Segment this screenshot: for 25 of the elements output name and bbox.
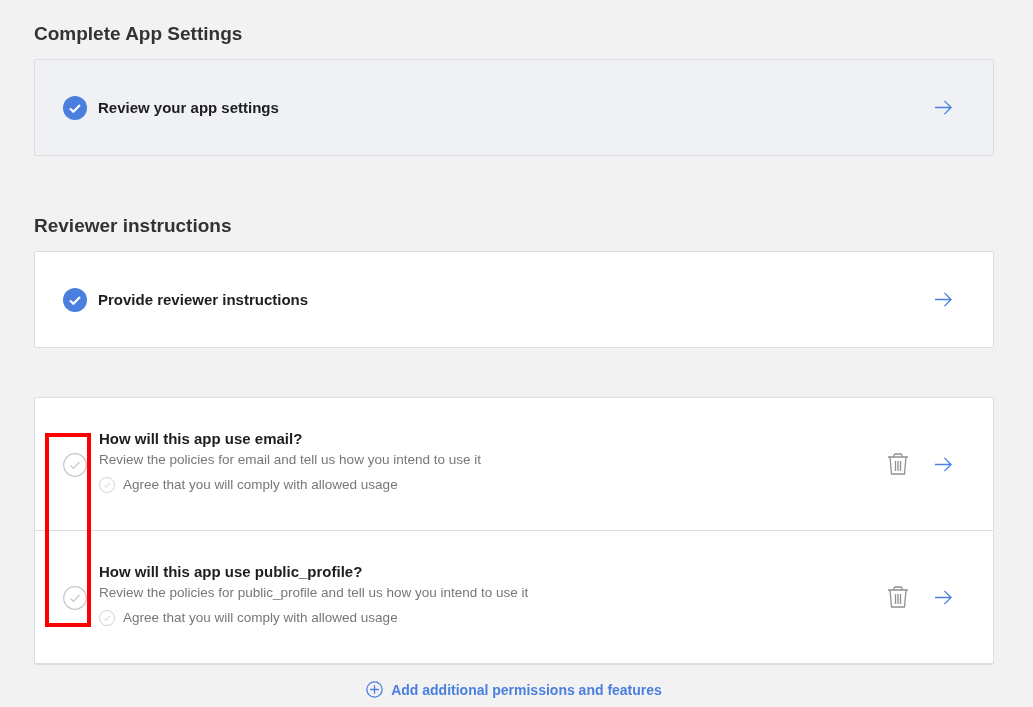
permission-description: Review the policies for email and tell us how you intend to use it: [99, 451, 482, 467]
trash-icon: [886, 451, 910, 477]
permission-title: How will this app use public_profile?: [99, 562, 364, 580]
arrow-right-icon: [934, 455, 953, 473]
arrow-button[interactable]: [934, 455, 953, 473]
delete-button[interactable]: [886, 584, 910, 610]
plus-circle-icon: [366, 681, 384, 698]
arrow-right-icon: [934, 99, 953, 116]
arrow-button[interactable]: [934, 291, 953, 308]
trash-icon: [886, 584, 910, 610]
arrow-right-icon: [934, 588, 953, 606]
permission-title: How will this app use email?: [99, 429, 304, 447]
agreement-text: Agree that you will comply with allowed usage: [123, 477, 398, 492]
section-heading: Complete App Settings: [34, 23, 244, 45]
delete-button[interactable]: [886, 451, 910, 477]
arrow-right-icon: [934, 291, 953, 308]
arrow-button[interactable]: [934, 588, 953, 606]
task-label: Provide reviewer instructions: [98, 291, 310, 308]
task-card[interactable]: Review your app settings: [34, 59, 994, 156]
task-card[interactable]: Provide reviewer instructions: [34, 251, 994, 348]
section-heading: Reviewer instructions: [34, 215, 233, 237]
agreement-text: Agree that you will comply with allowed usage: [123, 610, 398, 625]
task-label: Review your app settings: [98, 99, 280, 116]
arrow-button[interactable]: [934, 99, 953, 116]
permission-description: Review the policies for public_profile and tell us how you intend to use it: [99, 584, 530, 600]
